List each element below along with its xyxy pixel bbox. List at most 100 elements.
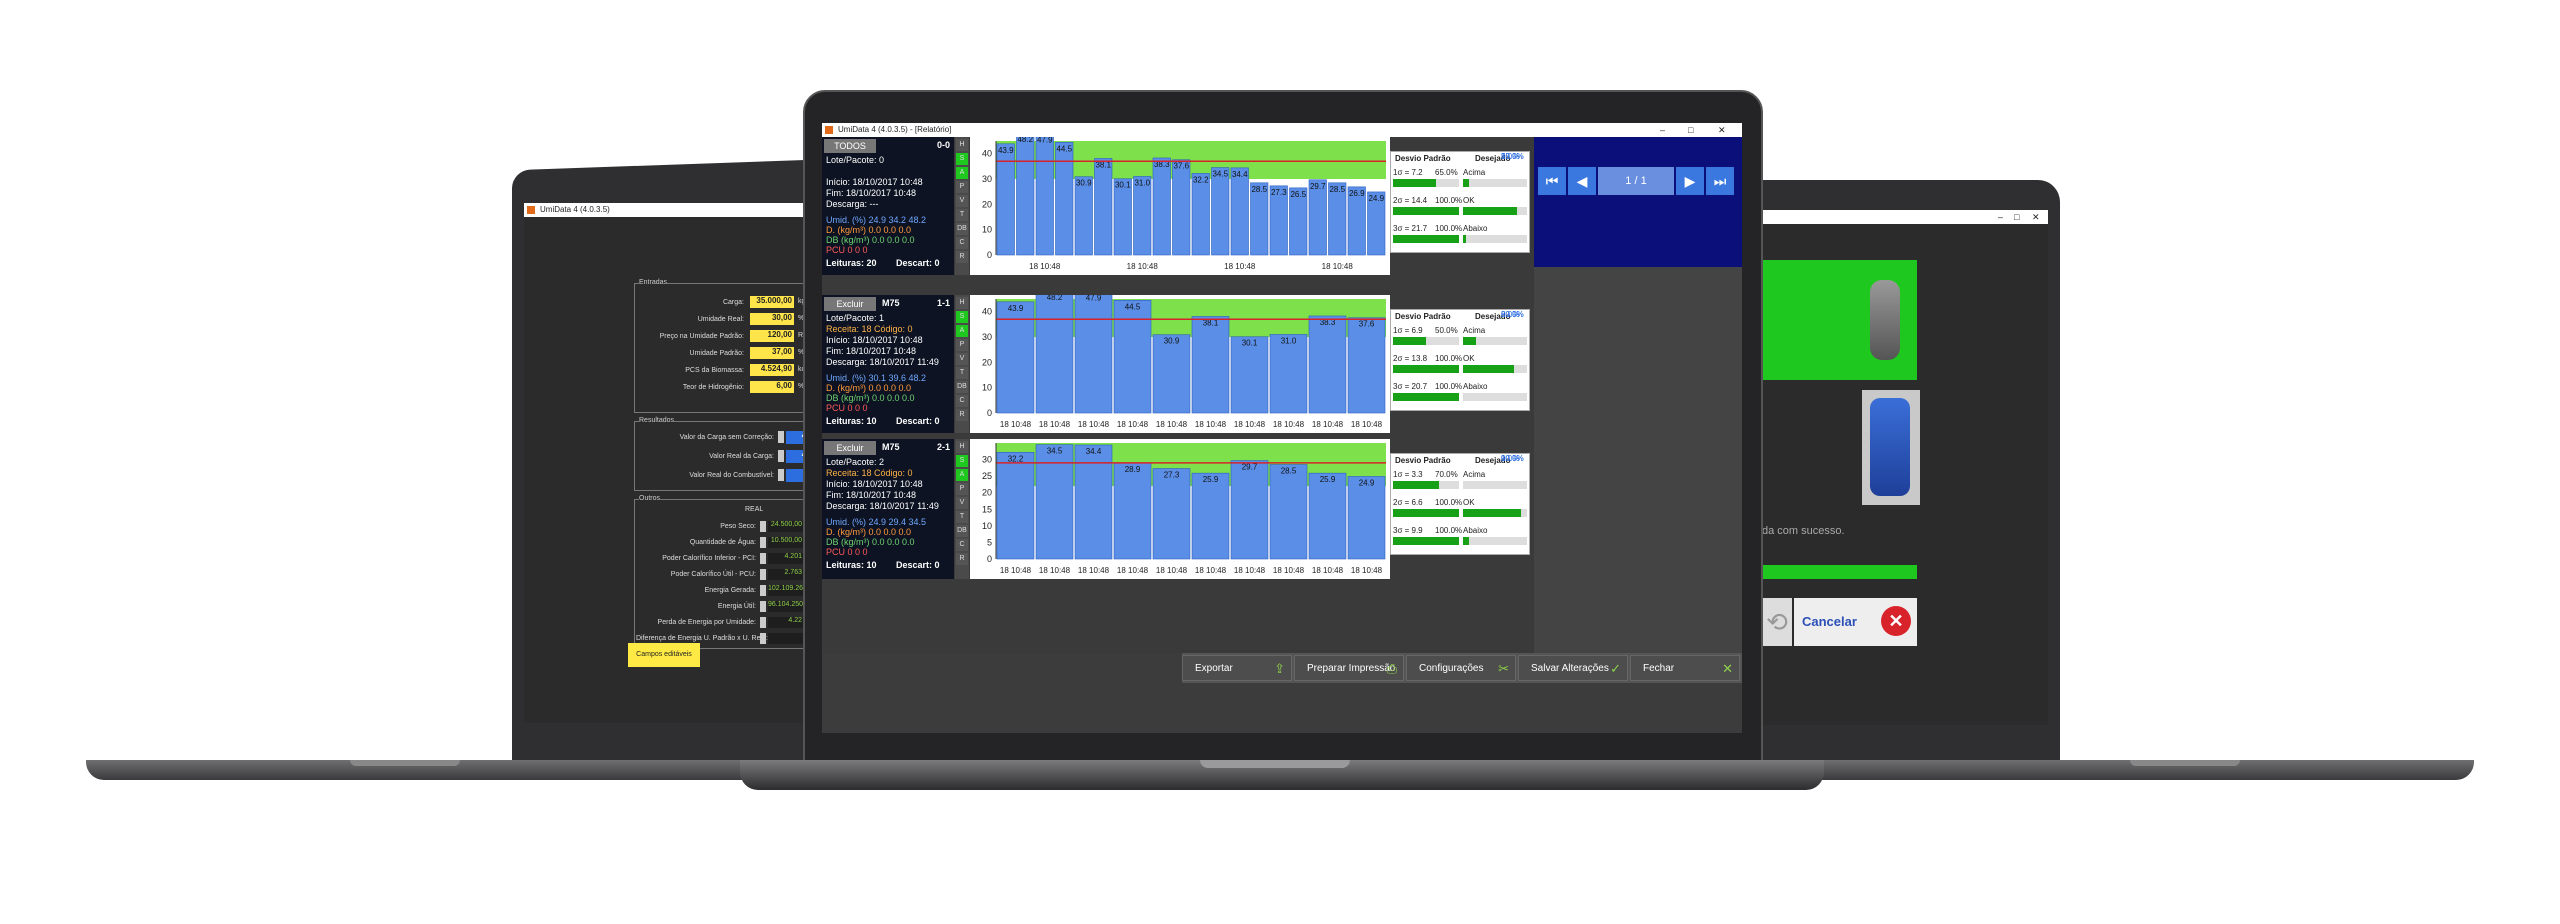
- humidity-bar[interactable]: [1152, 334, 1191, 414]
- stepper-icon[interactable]: [760, 633, 766, 644]
- entrada-value-field[interactable]: 120,00: [750, 330, 794, 342]
- series-toggle-v[interactable]: V: [956, 353, 968, 365]
- last-page-button[interactable]: ⏭: [1706, 167, 1734, 195]
- humidity-bar[interactable]: [1269, 334, 1308, 414]
- humidity-bar[interactable]: [1113, 299, 1152, 414]
- series-toggle-c[interactable]: C: [956, 539, 968, 551]
- stepper-icon[interactable]: [760, 617, 766, 628]
- humidity-bar[interactable]: [1113, 462, 1152, 560]
- humidity-bar[interactable]: [1230, 336, 1269, 414]
- humidity-bar[interactable]: [1094, 158, 1113, 256]
- entrada-value-field[interactable]: 37,00: [750, 347, 794, 359]
- entrada-value-field[interactable]: 6,00: [750, 381, 794, 393]
- humidity-bar[interactable]: [1074, 295, 1113, 414]
- series-toggle-h[interactable]: H: [956, 139, 968, 151]
- humidity-bar[interactable]: [1230, 167, 1249, 256]
- stepper-icon[interactable]: [760, 585, 766, 596]
- excluir-button[interactable]: Excluir: [824, 441, 876, 455]
- series-toggle-h[interactable]: H: [956, 297, 968, 309]
- footer-button-1[interactable]: Preparar Impressão ⎙: [1294, 655, 1404, 681]
- humidity-bar[interactable]: [1113, 178, 1132, 256]
- humidity-bar[interactable]: [1308, 179, 1327, 256]
- humidity-bar[interactable]: [1308, 315, 1347, 414]
- humidity-bar[interactable]: [1035, 444, 1074, 560]
- humidity-bar[interactable]: [1074, 176, 1093, 256]
- humidity-bar[interactable]: [1016, 137, 1035, 256]
- humidity-bar[interactable]: [1347, 317, 1386, 414]
- humidity-bar[interactable]: [1211, 167, 1230, 256]
- series-toggle-r[interactable]: R: [956, 553, 968, 565]
- series-toggle-a[interactable]: A: [956, 325, 968, 337]
- stepper-icon[interactable]: [760, 521, 766, 532]
- series-toggle-db[interactable]: DB: [956, 525, 968, 537]
- prev-page-button[interactable]: ◀: [1568, 167, 1596, 195]
- stepper-icon[interactable]: [778, 450, 784, 462]
- series-toggle-s[interactable]: S: [956, 153, 968, 165]
- series-toggle-v[interactable]: V: [956, 497, 968, 509]
- series-toggle-s[interactable]: S: [956, 455, 968, 467]
- humidity-bar[interactable]: [996, 143, 1015, 256]
- next-page-button[interactable]: ▶: [1676, 167, 1704, 195]
- series-toggle-t[interactable]: T: [956, 511, 968, 523]
- series-toggle-a[interactable]: A: [956, 469, 968, 481]
- humidity-bar[interactable]: [996, 301, 1035, 414]
- series-toggle-r[interactable]: R: [956, 409, 968, 421]
- campos-editaveis-button[interactable]: Campos editáveis: [628, 643, 700, 667]
- fechar-button[interactable]: Fechar ✕: [1630, 655, 1740, 681]
- series-toggle-s[interactable]: S: [956, 311, 968, 323]
- humidity-bar[interactable]: [1055, 141, 1074, 256]
- series-toggle-v[interactable]: V: [956, 195, 968, 207]
- series-toggle-db[interactable]: DB: [956, 381, 968, 393]
- humidity-bar[interactable]: [1035, 295, 1074, 414]
- humidity-bar[interactable]: [1347, 476, 1386, 560]
- entrada-value-field[interactable]: 30,00: [750, 313, 794, 325]
- series-toggle-p[interactable]: P: [956, 483, 968, 495]
- humidity-bar[interactable]: [1035, 137, 1054, 256]
- maximize-icon[interactable]: □: [1688, 123, 1693, 137]
- series-toggle-t[interactable]: T: [956, 367, 968, 379]
- close-icon[interactable]: ✕: [1718, 123, 1726, 137]
- stepper-icon[interactable]: [760, 553, 766, 564]
- humidity-bar[interactable]: [1172, 159, 1191, 256]
- first-page-button[interactable]: ⏮: [1538, 167, 1566, 195]
- series-toggle-c[interactable]: C: [956, 395, 968, 407]
- humidity-bar[interactable]: [1269, 464, 1308, 560]
- footer-button-3[interactable]: Salvar Alterações ✓: [1518, 655, 1628, 681]
- entrada-value-field[interactable]: 4.524,90: [750, 364, 794, 376]
- stepper-icon[interactable]: [778, 431, 784, 443]
- humidity-bar[interactable]: [1074, 444, 1113, 560]
- series-toggle-c[interactable]: C: [956, 237, 968, 249]
- stepper-icon[interactable]: [760, 601, 766, 612]
- stepper-icon[interactable]: [760, 537, 766, 548]
- footer-button-2[interactable]: Configurações ✂: [1406, 655, 1516, 681]
- humidity-bar[interactable]: [1308, 472, 1347, 560]
- reload-button[interactable]: ⟲: [1762, 598, 1792, 646]
- footer-button-0[interactable]: Exportar ⇪: [1182, 655, 1292, 681]
- y-tick-label: 0: [987, 408, 992, 418]
- minimize-icon[interactable]: –: [1660, 123, 1665, 137]
- series-toggle-p[interactable]: P: [956, 339, 968, 351]
- humidity-bar[interactable]: [1133, 176, 1152, 256]
- maximize-icon[interactable]: □: [2014, 210, 2019, 224]
- stepper-icon[interactable]: [778, 469, 784, 481]
- humidity-bar[interactable]: [1191, 173, 1210, 256]
- humidity-bar[interactable]: [996, 451, 1035, 560]
- minimize-icon[interactable]: –: [1998, 210, 2003, 224]
- humidity-bar[interactable]: [1191, 316, 1230, 414]
- humidity-bar[interactable]: [1152, 157, 1171, 256]
- todos-button[interactable]: TODOS: [824, 139, 876, 153]
- cancel-button[interactable]: Cancelar ✕: [1794, 598, 1917, 646]
- close-icon[interactable]: ✕: [2032, 210, 2040, 224]
- humidity-bar[interactable]: [1152, 468, 1191, 560]
- series-toggle-db[interactable]: DB: [956, 223, 968, 235]
- series-toggle-p[interactable]: P: [956, 181, 968, 193]
- series-toggle-t[interactable]: T: [956, 209, 968, 221]
- series-toggle-a[interactable]: A: [956, 167, 968, 179]
- excluir-button[interactable]: Excluir: [824, 297, 876, 311]
- humidity-bar[interactable]: [1230, 460, 1269, 560]
- entrada-value-field[interactable]: 35.000,00: [750, 296, 794, 308]
- series-toggle-h[interactable]: H: [956, 441, 968, 453]
- series-toggle-r[interactable]: R: [956, 251, 968, 263]
- stepper-icon[interactable]: [760, 569, 766, 580]
- humidity-bar[interactable]: [1191, 472, 1230, 560]
